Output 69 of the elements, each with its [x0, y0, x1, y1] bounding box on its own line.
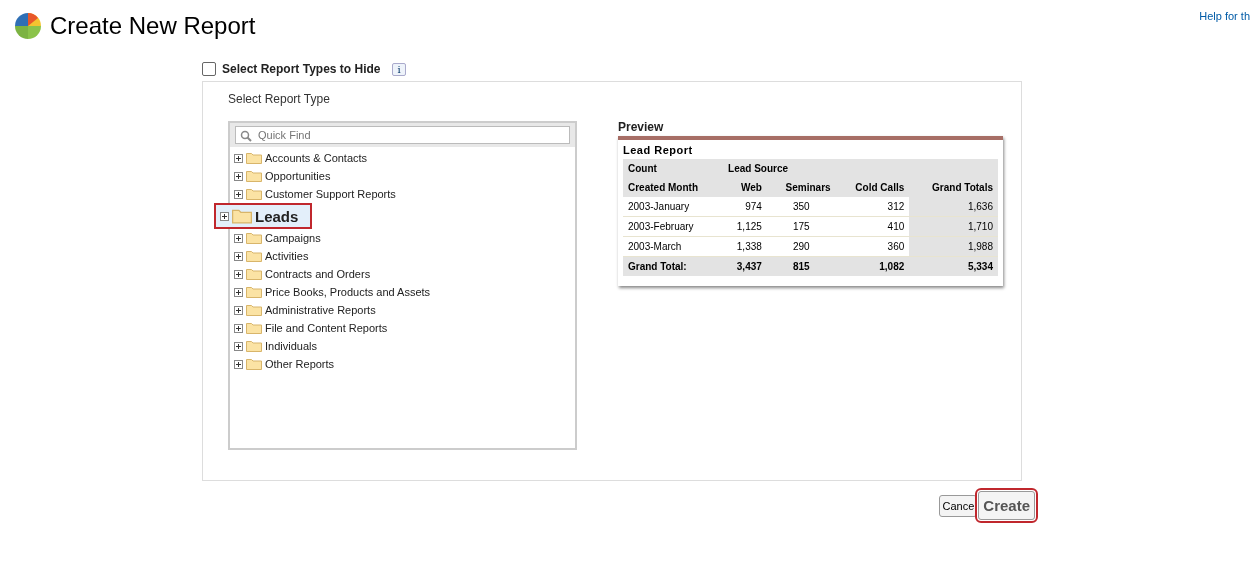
tree-item[interactable]: Activities — [230, 247, 575, 265]
folder-icon — [246, 286, 262, 298]
tree-item[interactable]: Accounts & Contacts — [230, 149, 575, 167]
table-cell: 1,636 — [909, 197, 998, 217]
expand-icon[interactable] — [234, 171, 243, 181]
tree-item[interactable]: Customer Support Reports — [230, 185, 575, 203]
create-button[interactable]: Create — [978, 491, 1035, 520]
expand-icon[interactable] — [234, 359, 243, 369]
column-header: Created Month — [623, 178, 724, 197]
tree-item[interactable]: Campaigns — [230, 229, 575, 247]
expand-icon[interactable] — [234, 251, 243, 261]
folder-icon — [246, 358, 262, 370]
folder-icon — [246, 250, 262, 262]
preview-label: Preview — [618, 120, 665, 134]
table-cell: 2003-March — [623, 236, 724, 257]
tree-item[interactable]: Price Books, Products and Assets — [230, 283, 575, 301]
tree-item[interactable]: Administrative Reports — [230, 301, 575, 319]
tree-item[interactable]: Individuals — [230, 337, 575, 355]
expand-icon[interactable] — [220, 211, 229, 221]
hide-option-label: Select Report Types to Hide — [222, 62, 381, 76]
tree-item[interactable]: Other Reports — [230, 355, 575, 373]
folder-icon — [246, 340, 262, 352]
table-cell: 5,334 — [909, 256, 998, 276]
expand-icon[interactable] — [234, 189, 243, 199]
tree-item[interactable]: Opportunities — [230, 167, 575, 185]
table-cell: Grand Total: — [623, 256, 724, 276]
folder-icon — [246, 304, 262, 316]
table-cell: 3,437 — [723, 256, 767, 276]
expand-icon[interactable] — [234, 341, 243, 351]
tree-item[interactable]: Leads — [214, 203, 313, 229]
expand-icon[interactable] — [234, 233, 243, 243]
expand-icon[interactable] — [234, 153, 243, 163]
table-cell: 1,710 — [909, 216, 998, 237]
hide-checkbox[interactable] — [202, 62, 216, 76]
table-cell: 312 — [835, 197, 910, 217]
column-header: Cold Calls — [835, 178, 910, 197]
tree-item[interactable]: File and Content Reports — [230, 319, 575, 337]
table-cell: 974 — [723, 197, 767, 217]
pie-chart-logo-icon — [12, 10, 44, 42]
folder-icon — [246, 268, 262, 280]
table-cell: 2003-January — [623, 197, 724, 217]
expand-icon[interactable] — [234, 287, 243, 297]
table-cell: 1,988 — [909, 236, 998, 257]
help-link[interactable]: Help for th — [1199, 10, 1250, 42]
cancel-button[interactable]: Cance — [938, 494, 978, 517]
expand-icon[interactable] — [234, 269, 243, 279]
folder-icon — [246, 170, 262, 182]
table-cell: 1,125 — [723, 216, 767, 237]
folder-icon — [246, 232, 262, 244]
folder-icon — [246, 152, 262, 164]
table-cell: 2003-February — [623, 216, 724, 237]
column-header: Web — [723, 178, 767, 197]
folder-icon — [246, 322, 262, 334]
info-button[interactable]: i — [392, 62, 406, 76]
quick-find-field[interactable]: Quick Find — [235, 126, 570, 144]
page-title: Create New Report — [50, 12, 256, 40]
folder-icon — [246, 188, 262, 200]
expand-icon[interactable] — [234, 323, 243, 333]
select-report-type-label: Select Report Type — [228, 92, 331, 106]
table-cell: 350 — [766, 197, 836, 217]
report-title: Lead Report — [623, 144, 694, 156]
table-header: Lead Source — [723, 159, 998, 178]
table-cell: 1,338 — [723, 236, 767, 257]
table-header: Count — [623, 159, 724, 178]
folder-icon — [232, 208, 252, 224]
tree-item[interactable]: Contracts and Orders — [230, 265, 575, 283]
column-header: Seminars — [766, 178, 836, 197]
expand-icon[interactable] — [234, 305, 243, 315]
column-header: Grand Totals — [909, 178, 998, 197]
